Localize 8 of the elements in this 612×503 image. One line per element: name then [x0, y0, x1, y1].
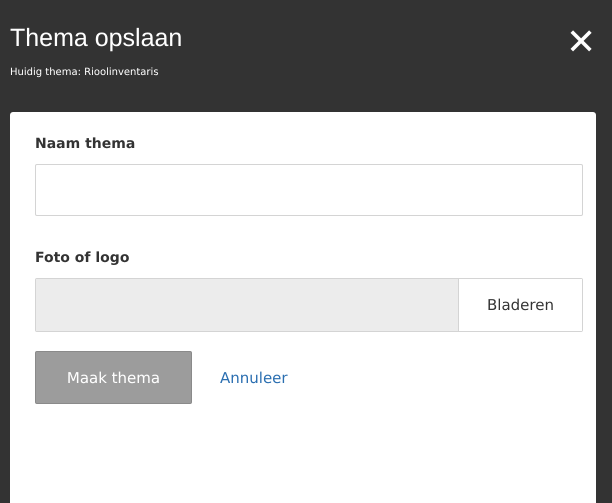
- current-theme-text: Huidig thema: Rioolinventaris: [10, 67, 160, 78]
- field-label: Foto of logo: [35, 250, 130, 266]
- input-field[interactable]: [35, 164, 583, 216]
- dialog-title: Thema opslaan: [10, 24, 182, 53]
- close-button[interactable]: ✕: [566, 24, 596, 60]
- cancel-link[interactable]: Annuleer: [220, 368, 288, 386]
- field-label: Naam thema: [35, 136, 136, 152]
- file-field[interactable]: [36, 279, 459, 331]
